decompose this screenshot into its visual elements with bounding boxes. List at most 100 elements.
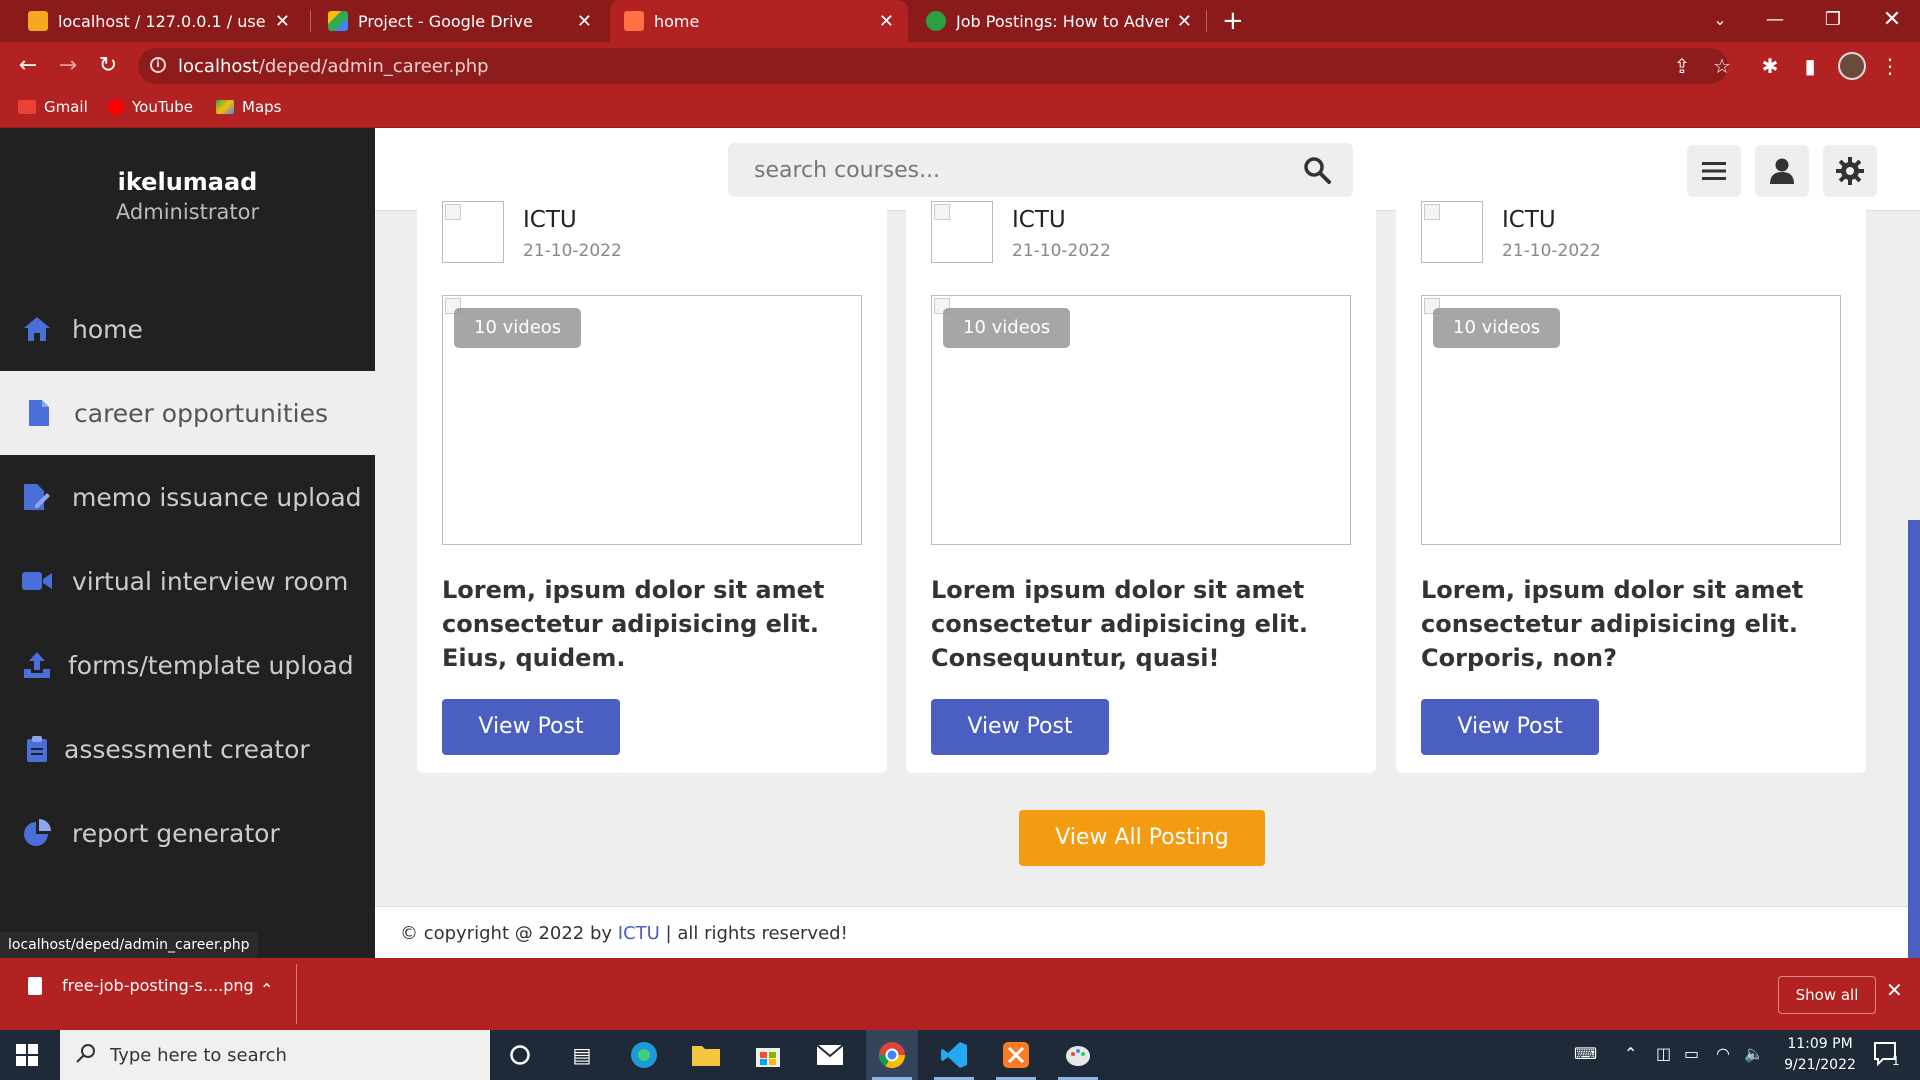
restore-button[interactable]: ❐: [1813, 0, 1853, 42]
tab-title: localhost / 127.0.0.1 / user_db / u: [58, 11, 267, 31]
xampp-icon[interactable]: [990, 1030, 1042, 1080]
new-tab-button[interactable]: +: [1222, 0, 1244, 42]
post-date: 21-10-2022: [1502, 241, 1601, 261]
post-title: Lorem ipsum dolor sit amet consectetur a…: [931, 576, 1309, 672]
reload-icon[interactable]: ↻: [92, 50, 124, 82]
tab-title: home: [654, 11, 700, 31]
taskbar-search: [60, 1030, 490, 1080]
browser-tab[interactable]: Project - Google Drive ✕: [314, 0, 606, 42]
link-status-bubble: localhost/deped/admin_career.php: [0, 932, 258, 958]
keyboard-icon[interactable]: ⌨: [1574, 1044, 1597, 1063]
minimize-button[interactable]: —: [1755, 0, 1795, 42]
extensions-puzzle-icon[interactable]: ✱: [1756, 52, 1784, 80]
cortana-icon[interactable]: [494, 1030, 546, 1080]
close-icon[interactable]: ✕: [1886, 978, 1903, 1002]
post-author: ICTU: [523, 207, 577, 233]
chevron-up-icon[interactable]: ⌃: [260, 980, 273, 999]
back-arrow-icon[interactable]: ←: [12, 50, 44, 82]
search-icon[interactable]: [1303, 156, 1331, 184]
youtube-icon: [108, 99, 124, 115]
view-post-button[interactable]: View Post: [442, 699, 620, 755]
view-all-posting-button[interactable]: View All Posting: [1019, 810, 1265, 866]
url-bar[interactable]: i localhost/deped/admin_career.php: [138, 48, 1728, 84]
bookmark-label: YouTube: [132, 98, 193, 116]
taskbar-search-input[interactable]: [110, 1044, 470, 1066]
url-text[interactable]: localhost/deped/admin_career.php: [178, 56, 489, 77]
sidebar-item-home[interactable]: home: [0, 287, 375, 371]
chevron-up-icon[interactable]: ⌃: [1624, 1044, 1637, 1063]
browser-tab[interactable]: localhost / 127.0.0.1 / user_db / u ✕: [14, 0, 304, 42]
bookmark-label: Gmail: [44, 98, 88, 116]
profile-avatar[interactable]: [1838, 52, 1866, 80]
download-item[interactable]: free-job-posting-s....png: [28, 976, 254, 995]
site-info-icon[interactable]: i: [150, 57, 166, 73]
top-header: [375, 128, 1920, 211]
microsoft-store-icon[interactable]: [742, 1030, 794, 1080]
vscode-icon[interactable]: [928, 1030, 980, 1080]
system-clock[interactable]: 11:09 PM 9/21/2022: [1770, 1034, 1870, 1076]
forward-arrow-icon[interactable]: →: [52, 50, 84, 82]
show-all-button[interactable]: Show all: [1778, 976, 1876, 1014]
chrome-icon[interactable]: [866, 1030, 918, 1080]
browser-tab-active[interactable]: home ✕: [610, 0, 908, 42]
sidebar-item-memo-issuance-upload[interactable]: memo issuance upload: [0, 455, 375, 539]
video-count-badge: 10 videos: [454, 308, 582, 348]
bookmark-star-icon[interactable]: ☆: [1708, 52, 1736, 80]
windows-taskbar: ▤ ⌨ ⌃ ◫ ▭ ◠ 🔈 11:09 PM 9/21/2022 1: [0, 1030, 1920, 1080]
video-icon: [22, 566, 52, 596]
view-post-button[interactable]: View Post: [1421, 699, 1599, 755]
meet-now-icon[interactable]: ◫: [1656, 1044, 1671, 1063]
bookmark-youtube[interactable]: YouTube: [108, 98, 193, 116]
download-filename: free-job-posting-s....png: [62, 976, 254, 995]
file-explorer-icon[interactable]: [680, 1030, 732, 1080]
bookmarks-bar: Gmail YouTube Maps: [0, 90, 1920, 128]
file-icon: [24, 398, 54, 428]
post-title: Lorem, ipsum dolor sit amet consectetur …: [442, 576, 825, 672]
video-count-badge: 10 videos: [1433, 308, 1561, 348]
close-icon[interactable]: ✕: [879, 11, 894, 32]
posts-content: ICTU 21-10-2022 10 videos Lorem, ipsum d…: [375, 201, 1920, 958]
browser-tab[interactable]: Job Postings: How to Advertise Y ✕: [912, 0, 1206, 42]
mail-icon[interactable]: [804, 1030, 856, 1080]
close-icon[interactable]: ✕: [577, 11, 592, 32]
search-icon: [76, 1043, 96, 1067]
paint-icon[interactable]: [1052, 1030, 1104, 1080]
user-profile-button[interactable]: [1755, 145, 1809, 197]
dollar-favicon-icon: [926, 11, 946, 31]
edge-icon[interactable]: [618, 1030, 670, 1080]
menu-bars-button[interactable]: [1687, 145, 1741, 197]
close-icon[interactable]: ✕: [275, 11, 290, 32]
wifi-icon[interactable]: ◠: [1716, 1044, 1730, 1063]
side-panel-icon[interactable]: ▮: [1796, 52, 1824, 80]
footer-brand-link[interactable]: ICTU: [618, 923, 660, 944]
more-menu-icon[interactable]: ⋮: [1876, 52, 1904, 80]
battery-icon[interactable]: ▭: [1684, 1044, 1699, 1063]
view-post-button[interactable]: View Post: [931, 699, 1109, 755]
windows-start-icon[interactable]: [16, 1044, 38, 1066]
video-count-badge: 10 videos: [943, 308, 1071, 348]
author-avatar-image: [931, 201, 993, 263]
bookmark-gmail[interactable]: Gmail: [18, 98, 88, 116]
search-input[interactable]: [728, 143, 1288, 197]
home-icon: [22, 314, 52, 344]
page-scrollbar[interactable]: [1908, 520, 1920, 958]
sidebar-item-label: report generator: [72, 818, 280, 848]
post-date: 21-10-2022: [523, 241, 622, 261]
settings-button[interactable]: [1823, 145, 1877, 197]
volume-icon[interactable]: 🔈: [1744, 1044, 1764, 1063]
sidebar-item-forms-template-upload[interactable]: forms/template upload: [0, 623, 375, 707]
close-window-button[interactable]: ✕: [1872, 0, 1912, 42]
sidebar-item-assessment-creator[interactable]: assessment creator: [0, 707, 375, 791]
share-icon[interactable]: ⇪: [1668, 52, 1696, 80]
sidebar-item-virtual-interview-room[interactable]: virtual interview room: [0, 539, 375, 623]
copyright-suffix: | all rights reserved!: [659, 923, 848, 944]
sidebar-item-report-generator[interactable]: report generator: [0, 791, 375, 875]
pie-chart-icon: [22, 818, 52, 848]
tab-search-chevron-icon[interactable]: ⌄: [1700, 0, 1740, 42]
close-icon[interactable]: ✕: [1177, 11, 1192, 32]
task-view-icon[interactable]: ▤: [556, 1030, 608, 1080]
clock-date: 9/21/2022: [1784, 1057, 1856, 1073]
sidebar-item-career-opportunities[interactable]: career opportunities: [0, 371, 375, 455]
post-author: ICTU: [1012, 207, 1066, 233]
bookmark-maps[interactable]: Maps: [216, 98, 281, 116]
